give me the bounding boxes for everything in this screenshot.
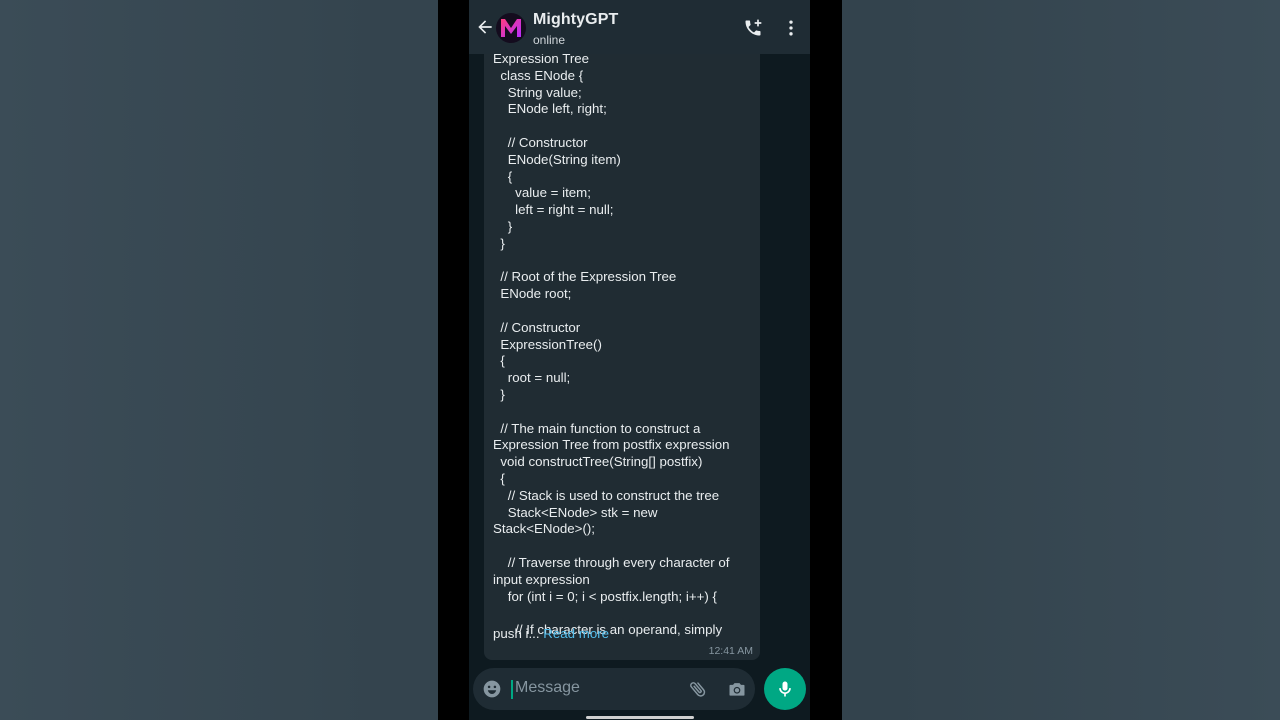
chat-header: MightyGPT online <box>469 0 810 54</box>
message-bubble[interactable]: Expression Tree class ENode { String val… <box>484 51 760 660</box>
more-options-icon[interactable] <box>781 18 801 38</box>
message-input[interactable]: Message <box>515 679 580 697</box>
chat-status: online <box>533 33 566 47</box>
avatar[interactable] <box>496 13 526 43</box>
back-arrow-icon[interactable] <box>475 17 495 37</box>
read-more-link[interactable]: Read more <box>543 626 609 641</box>
home-indicator[interactable] <box>586 716 694 719</box>
mic-button[interactable] <box>764 668 806 710</box>
camera-icon[interactable] <box>727 679 747 699</box>
phone-frame: MightyGPT online Expression Tree class E… <box>438 0 842 720</box>
message-text: Expression Tree class ENode { String val… <box>493 51 730 638</box>
mic-icon <box>779 681 791 697</box>
add-call-icon[interactable] <box>743 18 763 38</box>
text-cursor <box>511 680 513 699</box>
attach-icon[interactable] <box>688 679 708 699</box>
chat-title[interactable]: MightyGPT <box>533 11 618 29</box>
chat-screen: MightyGPT online Expression Tree class E… <box>469 0 810 720</box>
message-tail: push i... Read more <box>493 626 755 643</box>
emoji-icon[interactable] <box>482 679 502 699</box>
message-tail-text: push i... <box>493 626 544 641</box>
message-composer: Message <box>473 668 755 710</box>
mightygpt-logo-icon <box>501 19 521 37</box>
message-time: 12:41 AM <box>708 645 753 657</box>
